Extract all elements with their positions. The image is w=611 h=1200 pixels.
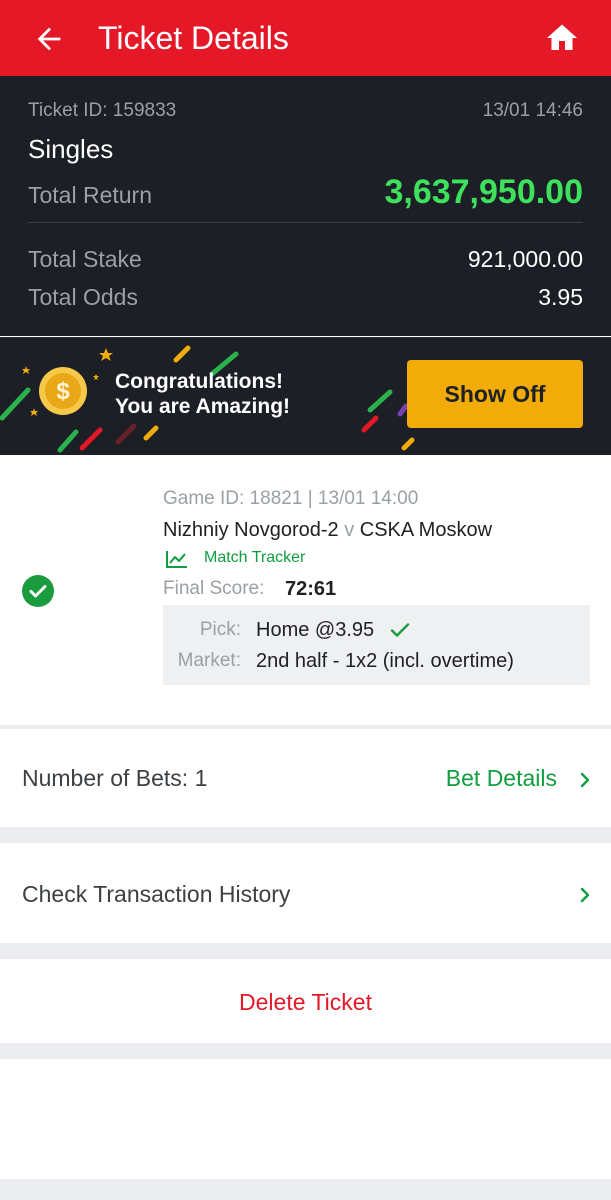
transaction-history-row[interactable]: Check Transaction History bbox=[0, 843, 611, 943]
number-of-bets-label: Number of Bets: 1 bbox=[22, 765, 208, 791]
section-divider bbox=[0, 1043, 611, 1059]
market-value: 2nd half - 1x2 (incl. overtime) bbox=[256, 650, 514, 672]
pick-value: Home @3.95 bbox=[256, 619, 375, 641]
ticket-summary: Ticket ID: 159833 13/01 14:46 Singles To… bbox=[0, 76, 611, 336]
divider bbox=[28, 222, 583, 223]
page-title: Ticket Details bbox=[98, 20, 289, 56]
total-odds-label: Total Odds bbox=[28, 284, 138, 310]
total-return-value: 3,637,950.00 bbox=[384, 173, 583, 211]
show-off-button[interactable]: Show Off bbox=[407, 360, 583, 428]
section-divider bbox=[0, 1179, 611, 1200]
pick-details: Pick: Home @3.95 Market: 2nd half - 1x2 … bbox=[163, 605, 590, 685]
app-header: Ticket Details bbox=[0, 0, 611, 76]
ticket-id: Ticket ID: 159833 bbox=[28, 100, 177, 121]
section-divider bbox=[0, 827, 611, 843]
ticket-datetime: 13/01 14:46 bbox=[482, 100, 583, 121]
match-teams: Nizhniy Novgorod-2 v CSKA Moskow bbox=[163, 519, 492, 542]
transaction-history-label: Check Transaction History bbox=[22, 881, 291, 907]
total-stake-label: Total Stake bbox=[28, 246, 142, 272]
final-score-label: Final Score: bbox=[163, 578, 265, 599]
check-icon bbox=[390, 623, 410, 637]
congrats-title: Congratulations! bbox=[115, 370, 283, 393]
total-stake-value: 921,000.00 bbox=[467, 246, 583, 272]
match-tracker-link[interactable]: Match Tracker bbox=[204, 549, 305, 567]
away-team: CSKA Moskow bbox=[359, 519, 493, 541]
bet-type: Singles bbox=[28, 134, 114, 164]
arrow-left-icon[interactable] bbox=[32, 22, 66, 56]
total-odds-value: 3.95 bbox=[538, 284, 583, 310]
delete-ticket-button[interactable]: Delete Ticket bbox=[0, 989, 611, 1016]
bet-details-link[interactable]: Bet Details bbox=[446, 765, 557, 792]
home-icon[interactable] bbox=[544, 20, 580, 56]
congrats-banner: $ Congratulations! You are Amazing! Show… bbox=[0, 337, 611, 455]
game-info: Game ID: 18821 | 13/01 14:00 bbox=[163, 488, 419, 509]
market-label: Market: bbox=[177, 650, 241, 671]
final-score-value: 72:61 bbox=[285, 578, 337, 600]
check-circle-icon bbox=[22, 575, 54, 607]
chevron-right-icon[interactable] bbox=[577, 885, 593, 905]
delete-ticket-row[interactable]: Delete Ticket bbox=[0, 959, 611, 1043]
home-team: Nizhniy Novgorod-2 bbox=[163, 519, 339, 541]
coin-icon: $ bbox=[39, 367, 87, 415]
chart-line-icon[interactable] bbox=[165, 549, 189, 569]
section-divider bbox=[0, 943, 611, 959]
bets-row[interactable]: Number of Bets: 1 Bet Details bbox=[0, 729, 611, 827]
chevron-right-icon[interactable] bbox=[577, 770, 593, 790]
empty-footer bbox=[0, 1059, 611, 1179]
pick-label: Pick: bbox=[199, 619, 241, 640]
bet-card: Game ID: 18821 | 13/01 14:00 Nizhniy Nov… bbox=[0, 455, 611, 725]
total-return-label: Total Return bbox=[28, 182, 153, 208]
svg-text:$: $ bbox=[56, 378, 70, 405]
congrats-subtitle: You are Amazing! bbox=[115, 395, 291, 418]
versus-label: v bbox=[344, 519, 355, 541]
